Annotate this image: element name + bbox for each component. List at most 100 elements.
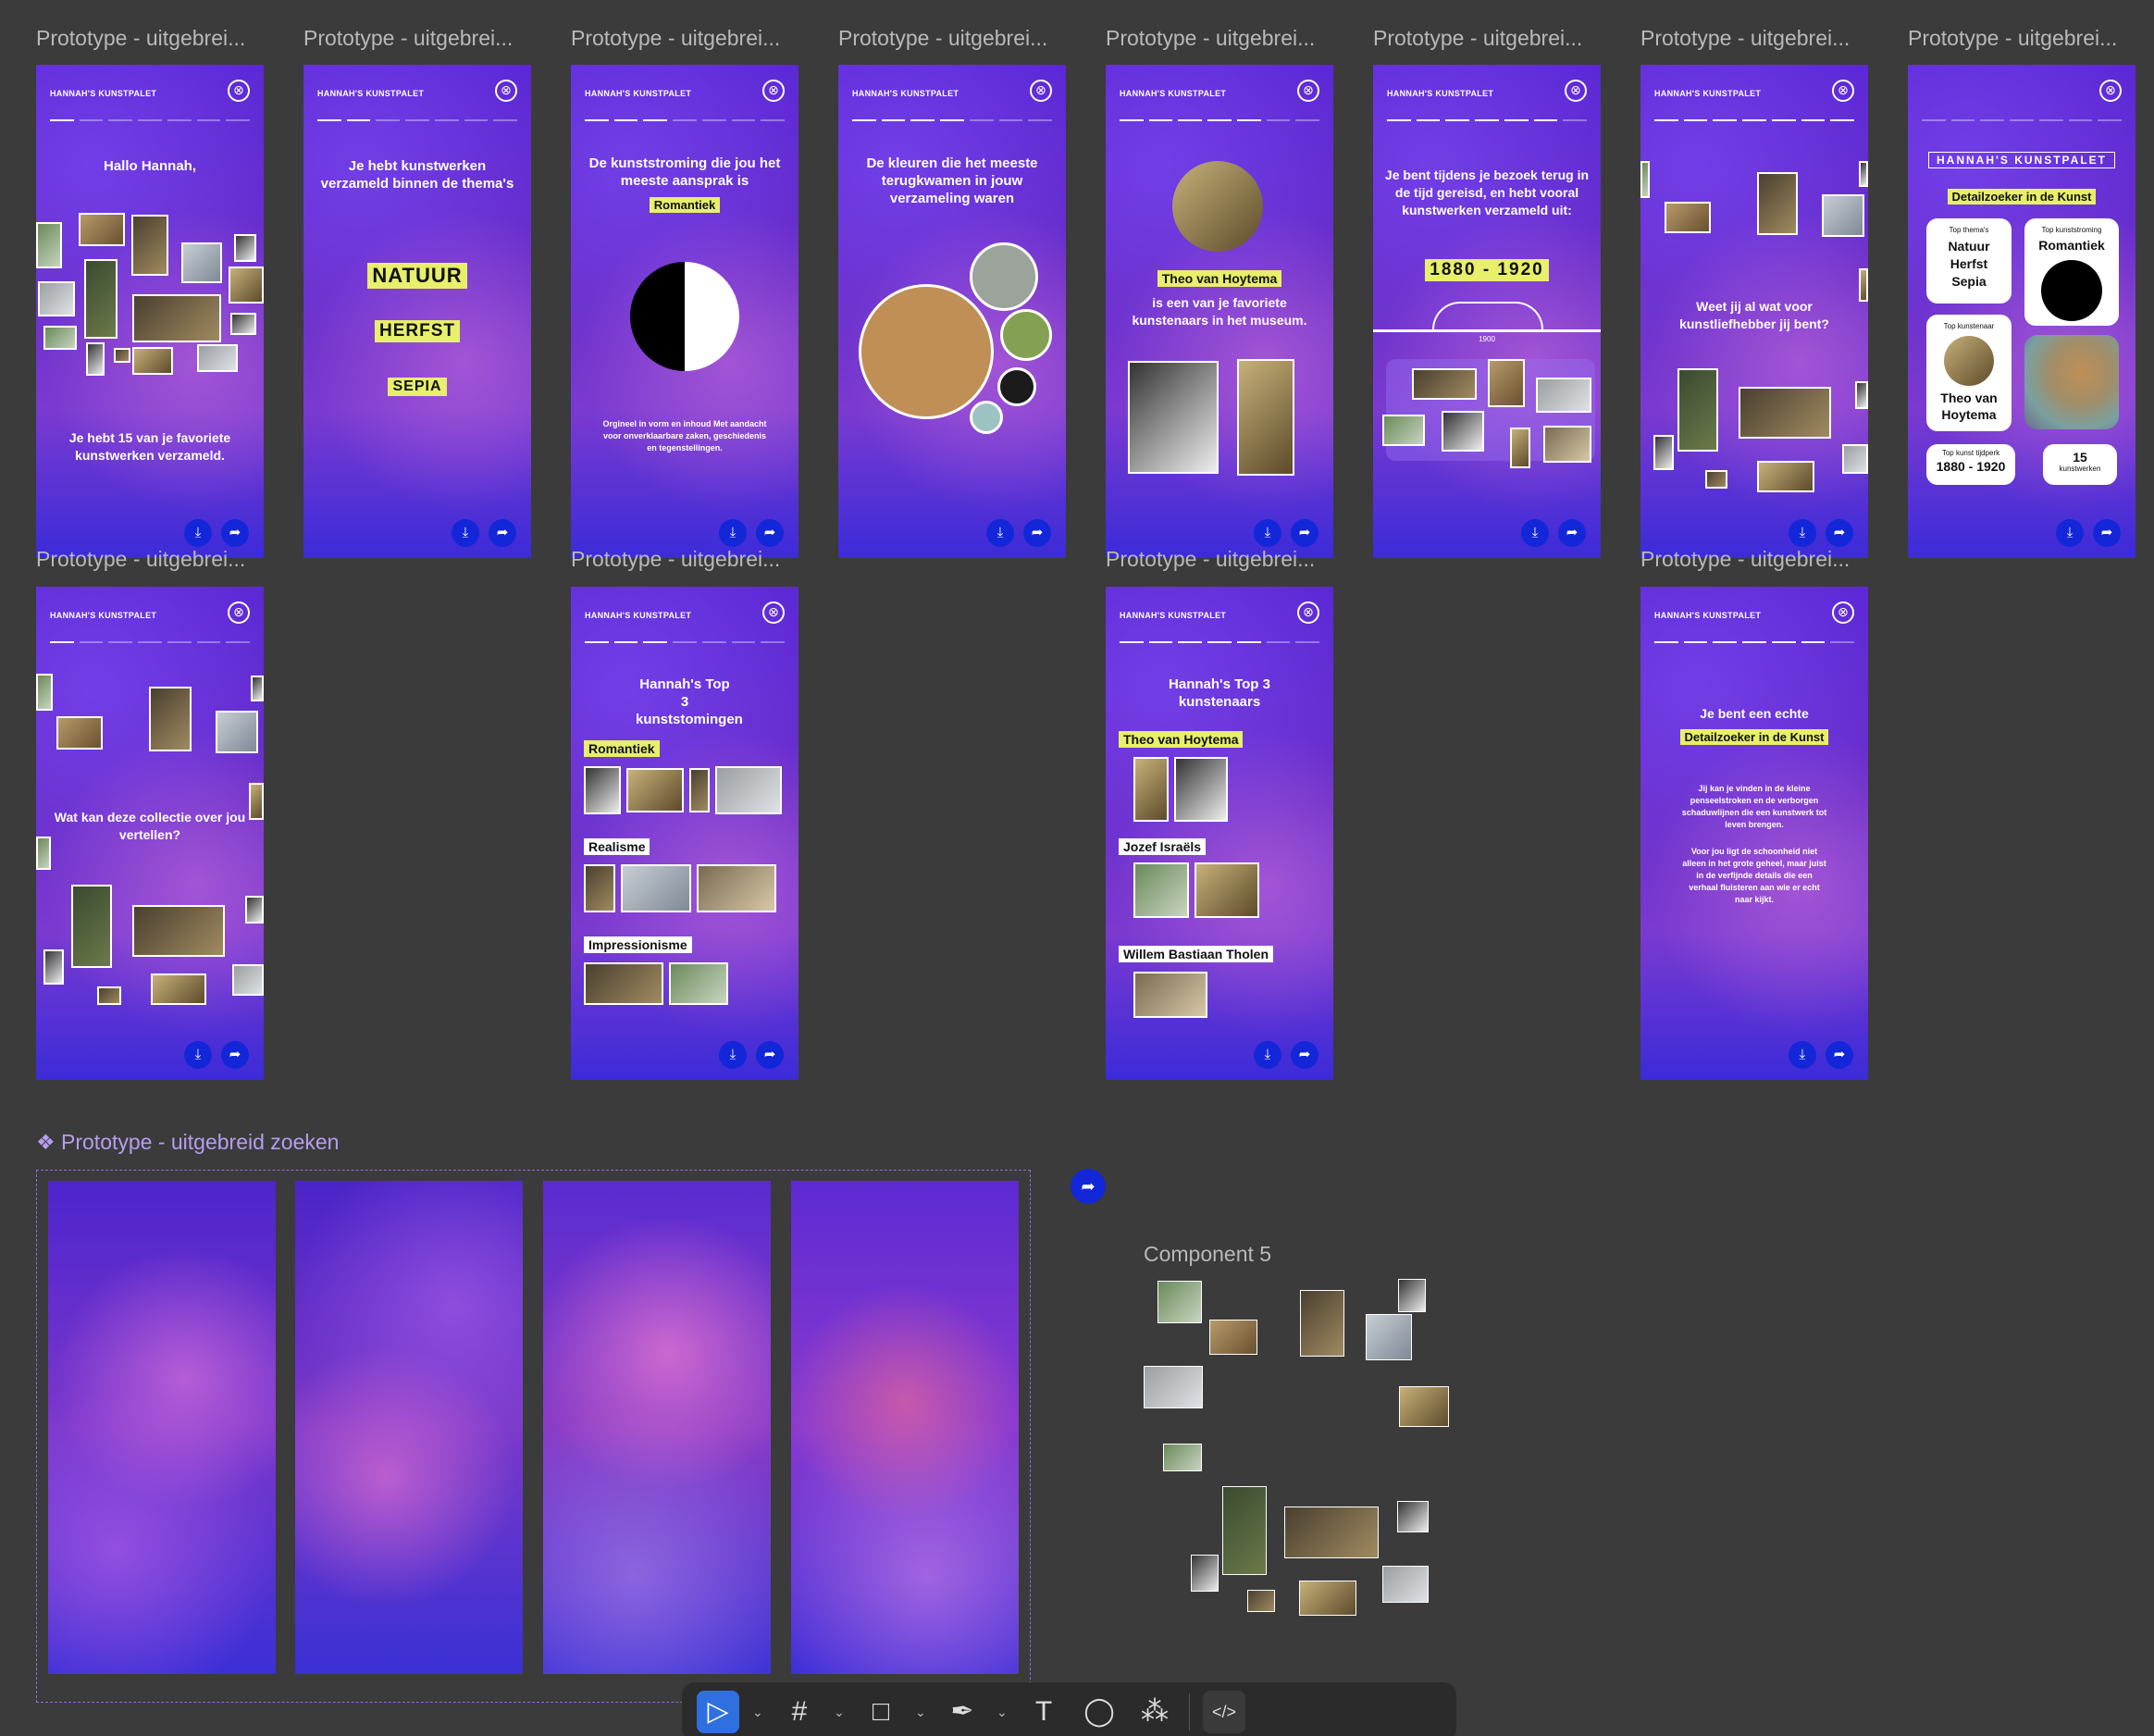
brand-label: HANNAH'S KUNSTPALET xyxy=(1654,89,1762,98)
download-icon[interactable]: ⤓ xyxy=(184,519,212,547)
download-icon[interactable]: ⤓ xyxy=(719,1041,747,1069)
shape-tool-icon[interactable]: □ xyxy=(860,1691,902,1733)
chevron-down-icon[interactable]: ⌄ xyxy=(915,1705,928,1720)
download-icon[interactable]: ⤓ xyxy=(184,1041,212,1069)
screen-artist[interactable]: HANNAH'S KUNSTPALET ⊗ Theo van Hoytema i… xyxy=(1106,65,1333,558)
close-icon[interactable]: ⊗ xyxy=(1832,80,1854,102)
screen-era[interactable]: HANNAH'S KUNSTPALET ⊗ Je bent tijdens je… xyxy=(1373,65,1601,558)
frame-title[interactable]: Prototype - uitgebrei... xyxy=(1373,26,1582,51)
card-label: Top thema's xyxy=(1949,226,1989,234)
frame-title[interactable]: Prototype - uitgebrei... xyxy=(1908,26,2117,51)
share-icon[interactable]: ➦ xyxy=(221,519,249,547)
frame-title[interactable]: Prototype - uitgebrei... xyxy=(1640,26,1850,51)
frame-title[interactable]: Prototype - uitgebrei... xyxy=(838,26,1047,51)
screen-top-movements[interactable]: HANNAH'S KUNSTPALET ⊗ Hannah's Top 3 kun… xyxy=(571,587,798,1080)
frame-title[interactable]: Prototype - uitgebrei... xyxy=(1106,547,1315,572)
frame-title[interactable]: Prototype - uitgebrei... xyxy=(571,547,780,572)
close-icon[interactable]: ⊗ xyxy=(1565,80,1587,102)
share-icon[interactable]: ➦ xyxy=(2093,519,2121,547)
frame-title[interactable]: Prototype - uitgebrei... xyxy=(303,26,513,51)
close-icon[interactable]: ⊗ xyxy=(228,80,250,102)
screen-type[interactable]: HANNAH'S KUNSTPALET ⊗ Je bent een echte … xyxy=(1640,587,1868,1080)
chevron-down-icon[interactable]: ⌄ xyxy=(997,1705,1009,1720)
artwork-thumbnail xyxy=(1128,361,1219,474)
frame-tool-icon[interactable]: # xyxy=(778,1691,821,1733)
share-icon[interactable]: ➦ xyxy=(1291,519,1318,547)
resources-tool-icon[interactable]: ⁂ xyxy=(1133,1691,1176,1733)
close-icon[interactable]: ⊗ xyxy=(228,601,250,624)
share-icon[interactable]: ➦ xyxy=(1826,1041,1853,1069)
artwork-thumbnail xyxy=(1842,444,1868,474)
gradient-variant[interactable] xyxy=(295,1181,523,1674)
share-icon[interactable]: ➦ xyxy=(1826,519,1853,547)
gradient-variant[interactable] xyxy=(543,1181,771,1674)
close-icon[interactable]: ⊗ xyxy=(2099,80,2122,102)
artwork-thumbnail xyxy=(197,344,238,372)
close-icon[interactable]: ⊗ xyxy=(762,80,785,102)
dev-mode-icon[interactable]: </> xyxy=(1203,1691,1245,1733)
download-icon[interactable]: ⤓ xyxy=(986,519,1014,547)
text-tool-icon[interactable]: T xyxy=(1022,1691,1065,1733)
type-highlight: Detailzoeker in de Kunst xyxy=(1679,729,1829,745)
close-icon[interactable]: ⊗ xyxy=(1297,601,1319,624)
screen-themes[interactable]: HANNAH'S KUNSTPALET ⊗ Je hebt kunstwerke… xyxy=(303,65,531,558)
artwork-thumbnail xyxy=(232,964,264,996)
download-icon[interactable]: ⤓ xyxy=(2056,519,2084,547)
toolbar-divider xyxy=(1189,1693,1190,1730)
gradient-variant[interactable] xyxy=(48,1181,276,1674)
progress-bar xyxy=(1654,641,1855,643)
frame-title[interactable]: Prototype - uitgebrei... xyxy=(36,26,245,51)
figma-canvas[interactable]: Prototype - uitgebrei... Prototype - uit… xyxy=(0,0,2154,1736)
close-icon[interactable]: ⊗ xyxy=(1832,601,1854,624)
download-icon[interactable]: ⤓ xyxy=(1254,519,1281,547)
bottom-toolbar: ▷ ⌄ # ⌄ □ ⌄ ✒ ⌄ T ◯ ⁂ </> xyxy=(682,1682,1456,1736)
progress-bar xyxy=(1654,119,1855,121)
screen-colors[interactable]: HANNAH'S KUNSTPALET ⊗ De kleuren die het… xyxy=(838,65,1066,558)
download-icon[interactable]: ⤓ xyxy=(719,519,747,547)
share-icon[interactable]: ➦ xyxy=(1558,519,1586,547)
artwork-thumbnail xyxy=(1399,1386,1449,1427)
close-icon[interactable]: ⊗ xyxy=(1297,80,1319,102)
share-icon[interactable]: ➦ xyxy=(756,519,784,547)
share-icon[interactable]: ➦ xyxy=(221,1041,249,1069)
artwork-thumbnail xyxy=(71,885,112,968)
component5-title[interactable]: Component 5 xyxy=(1144,1242,1271,1267)
share-icon[interactable]: ➦ xyxy=(1071,1169,1106,1204)
frame-title[interactable]: Prototype - uitgebrei... xyxy=(571,26,780,51)
screen-hallo[interactable]: HANNAH'S KUNSTPALET ⊗ Hallo Hannah, Je h… xyxy=(36,65,264,558)
pen-tool-icon[interactable]: ✒ xyxy=(941,1691,984,1733)
screen-collection[interactable]: HANNAH'S KUNSTPALET ⊗ Wat kan deze colle… xyxy=(36,587,264,1080)
close-icon[interactable]: ⊗ xyxy=(762,601,785,624)
artwork-thumbnail xyxy=(1299,1581,1356,1616)
frame-title[interactable]: Prototype - uitgebrei... xyxy=(36,547,245,572)
screen-summary[interactable]: ⊗ HANNAH'S KUNSTPALET Detailzoeker in de… xyxy=(1908,65,2135,558)
close-icon[interactable]: ⊗ xyxy=(495,80,517,102)
screen-question[interactable]: HANNAH'S KUNSTPALET ⊗ Weet jij al wat vo… xyxy=(1640,65,1868,558)
share-icon[interactable]: ➦ xyxy=(489,519,516,547)
download-icon[interactable]: ⤓ xyxy=(1254,1041,1281,1069)
frame-title[interactable]: Prototype - uitgebrei... xyxy=(1640,547,1850,572)
frame-title[interactable]: Prototype - uitgebrei... xyxy=(1106,26,1315,51)
download-icon[interactable]: ⤓ xyxy=(1789,1041,1816,1069)
chevron-down-icon[interactable]: ⌄ xyxy=(752,1705,765,1720)
download-icon[interactable]: ⤓ xyxy=(1521,519,1549,547)
chevron-down-icon[interactable]: ⌄ xyxy=(834,1705,847,1720)
screen-top-artists[interactable]: HANNAH'S KUNSTPALET ⊗ Hannah's Top 3 kun… xyxy=(1106,587,1333,1080)
card-label: Top kunst tijdperk xyxy=(1941,449,2000,457)
artwork-thumbnail xyxy=(181,242,222,283)
share-icon[interactable]: ➦ xyxy=(756,1041,784,1069)
artwork-thumbnail xyxy=(56,716,103,750)
download-icon[interactable]: ⤓ xyxy=(1789,519,1816,547)
artwork-thumbnail xyxy=(245,896,264,924)
move-tool-icon[interactable]: ▷ xyxy=(697,1691,739,1733)
share-icon[interactable]: ➦ xyxy=(1291,1041,1318,1069)
screen-movement[interactable]: HANNAH'S KUNSTPALET ⊗ De kunststroming d… xyxy=(571,65,798,558)
download-icon[interactable]: ⤓ xyxy=(452,519,479,547)
component-set-title[interactable]: ❖ Prototype - uitgebreid zoeken xyxy=(36,1130,339,1155)
artwork-thumbnail xyxy=(1822,194,1864,237)
share-icon[interactable]: ➦ xyxy=(1023,519,1051,547)
artwork-thumbnail xyxy=(1163,1444,1202,1471)
close-icon[interactable]: ⊗ xyxy=(1030,80,1052,102)
comment-tool-icon[interactable]: ◯ xyxy=(1078,1691,1120,1733)
gradient-variant[interactable] xyxy=(791,1181,1019,1674)
